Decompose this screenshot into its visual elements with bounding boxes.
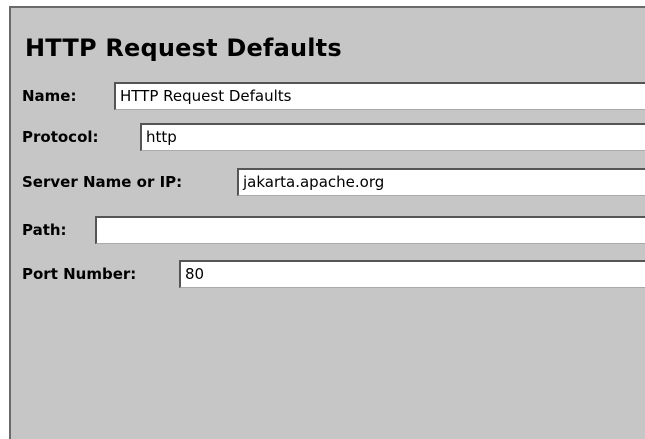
http-request-defaults-panel: HTTP Request Defaults Name: HTTP Request… xyxy=(9,6,645,439)
server-name-label: Server Name or IP: xyxy=(22,173,183,191)
path-row: Path: xyxy=(22,216,645,244)
protocol-row: Protocol: http xyxy=(22,123,645,151)
name-label: Name: xyxy=(22,87,77,105)
port-number-field[interactable]: 80 xyxy=(179,260,645,288)
path-label: Path: xyxy=(22,221,67,239)
panel-title: HTTP Request Defaults xyxy=(25,34,342,62)
name-row: Name: HTTP Request Defaults xyxy=(22,82,645,110)
port-row: Port Number: 80 xyxy=(22,260,645,288)
server-row: Server Name or IP: jakarta.apache.org xyxy=(22,168,645,196)
protocol-field[interactable]: http xyxy=(140,123,645,151)
path-field[interactable] xyxy=(95,216,645,244)
protocol-label: Protocol: xyxy=(22,128,99,146)
name-field[interactable]: HTTP Request Defaults xyxy=(114,82,645,110)
server-name-field[interactable]: jakarta.apache.org xyxy=(237,168,645,196)
port-number-label: Port Number: xyxy=(22,265,137,283)
